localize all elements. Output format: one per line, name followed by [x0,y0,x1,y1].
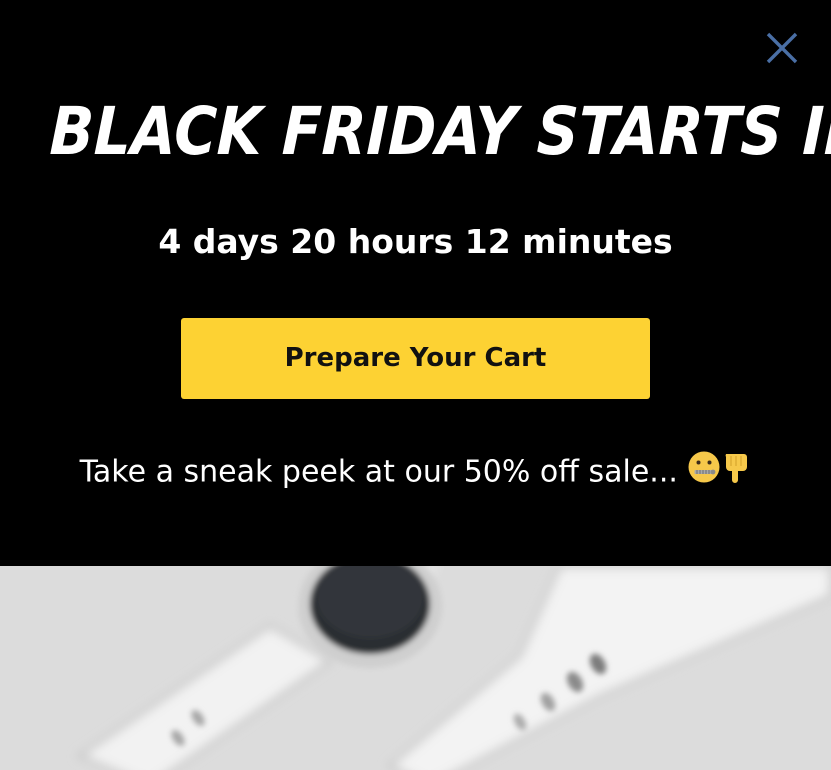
sneak-peek-text: Take a sneak peek at our 50% off sale... [0,450,831,496]
zipper-mouth-face-icon [687,450,721,496]
prepare-cart-button[interactable]: Prepare Your Cart [181,318,650,399]
smartwatch-hero-image [0,566,831,770]
headline: BLACK FRIDAY STARTS IN... [48,93,831,170]
sneak-peek-label: Take a sneak peek at our 50% off sale... [79,454,688,490]
close-button[interactable] [764,30,800,66]
countdown-timer: 4 days 20 hours 12 minutes [158,222,673,261]
close-icon [766,32,798,64]
black-friday-popup: BLACK FRIDAY STARTS IN... 4 days 20 hour… [0,0,831,770]
pointing-down-icon [721,450,751,496]
